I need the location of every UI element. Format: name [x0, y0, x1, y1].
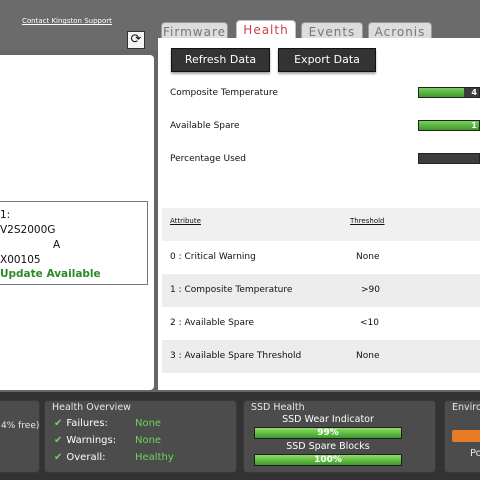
row-threshold: >90: [361, 285, 380, 295]
wear-indicator-label: SSD Wear Indicator: [282, 414, 374, 425]
health-overview-title: Health Overview: [52, 402, 131, 413]
failures-label: ✔ Failures:: [54, 418, 108, 429]
table-row[interactable]: 0 : Critical Warning None: [162, 241, 480, 274]
stat-label-temperature: Composite Temperature: [170, 88, 278, 98]
table-row[interactable]: 1 : Composite Temperature >90: [162, 274, 480, 307]
warnings-value: None: [135, 435, 162, 446]
health-panel: Refresh Data Export Data Composite Tempe…: [158, 38, 480, 390]
table-row[interactable]: 2 : Available Spare <10: [162, 307, 480, 340]
device-info-box[interactable]: 1: V2S2000G A X00105 Update Available: [0, 201, 148, 285]
environment-value: Po: [470, 448, 480, 459]
stat-label-spare: Available Spare: [170, 121, 240, 131]
spare-blocks-label: SSD Spare Blocks: [286, 441, 370, 452]
row-attribute: 3 : Available Spare Threshold: [170, 351, 302, 361]
temperature-indicator: [452, 430, 480, 442]
device-panel: 1: V2S2000G A X00105 Update Available: [0, 55, 154, 390]
check-icon: ✔: [54, 452, 63, 463]
col-attribute[interactable]: Attribute: [170, 217, 201, 225]
ssd-health-title: SSD Health: [251, 402, 305, 413]
device-firmware: X00105: [0, 254, 41, 266]
overall-value: Healthy: [135, 452, 174, 463]
table-row[interactable]: 3 : Available Spare Threshold None: [162, 340, 480, 373]
row-threshold: None: [356, 252, 380, 262]
temperature-bar: 4: [418, 87, 480, 98]
update-status: Update Available: [0, 268, 101, 280]
support-link[interactable]: Contact Kingston Support: [22, 17, 112, 25]
device-line1: 1:: [0, 209, 11, 221]
device-model: V2S2000G: [0, 224, 56, 236]
health-overview-box: Health Overview ✔ Failures: None ✔ Warning…: [44, 400, 237, 473]
used-bar: [418, 153, 480, 164]
status-footer: 4% free) Health Overview ✔ Failures: None…: [0, 392, 480, 480]
spare-blocks-bar: 100%: [254, 454, 402, 466]
overall-label: ✔ Overall:: [54, 452, 106, 463]
ssd-health-box: SSD Health SSD Wear Indicator 99% SSD Sp…: [243, 400, 436, 473]
environment-title: Enviro: [452, 402, 480, 413]
spare-bar: 1: [418, 120, 480, 131]
export-data-button[interactable]: Export Data: [278, 48, 376, 72]
check-icon: ✔: [54, 435, 63, 446]
row-threshold: <10: [360, 318, 379, 328]
stat-label-used: Percentage Used: [170, 154, 247, 164]
attribute-table-header: Attribute Threshold: [162, 208, 480, 241]
environment-box: Enviro Po: [444, 400, 480, 473]
row-attribute: 2 : Available Spare: [170, 318, 255, 328]
wear-indicator-bar: 99%: [254, 427, 402, 439]
failures-value: None: [135, 418, 162, 429]
spare-value: 1: [471, 121, 477, 130]
spare-bar-fill: [419, 121, 479, 130]
warnings-label: ✔ Warnings:: [54, 435, 117, 446]
capacity-free-text: 4% free): [1, 421, 40, 431]
row-attribute: 0 : Critical Warning: [170, 252, 256, 262]
temperature-bar-fill: [419, 88, 464, 97]
check-icon: ✔: [54, 418, 63, 429]
row-threshold: None: [356, 351, 380, 361]
col-threshold[interactable]: Threshold: [350, 217, 385, 225]
row-attribute: 1 : Composite Temperature: [170, 285, 293, 295]
capacity-box: 4% free): [0, 400, 40, 473]
refresh-icon[interactable]: ⟳: [127, 31, 145, 49]
device-line3: A: [53, 239, 61, 251]
refresh-data-button[interactable]: Refresh Data: [171, 48, 270, 72]
temperature-value: 4: [471, 88, 477, 97]
